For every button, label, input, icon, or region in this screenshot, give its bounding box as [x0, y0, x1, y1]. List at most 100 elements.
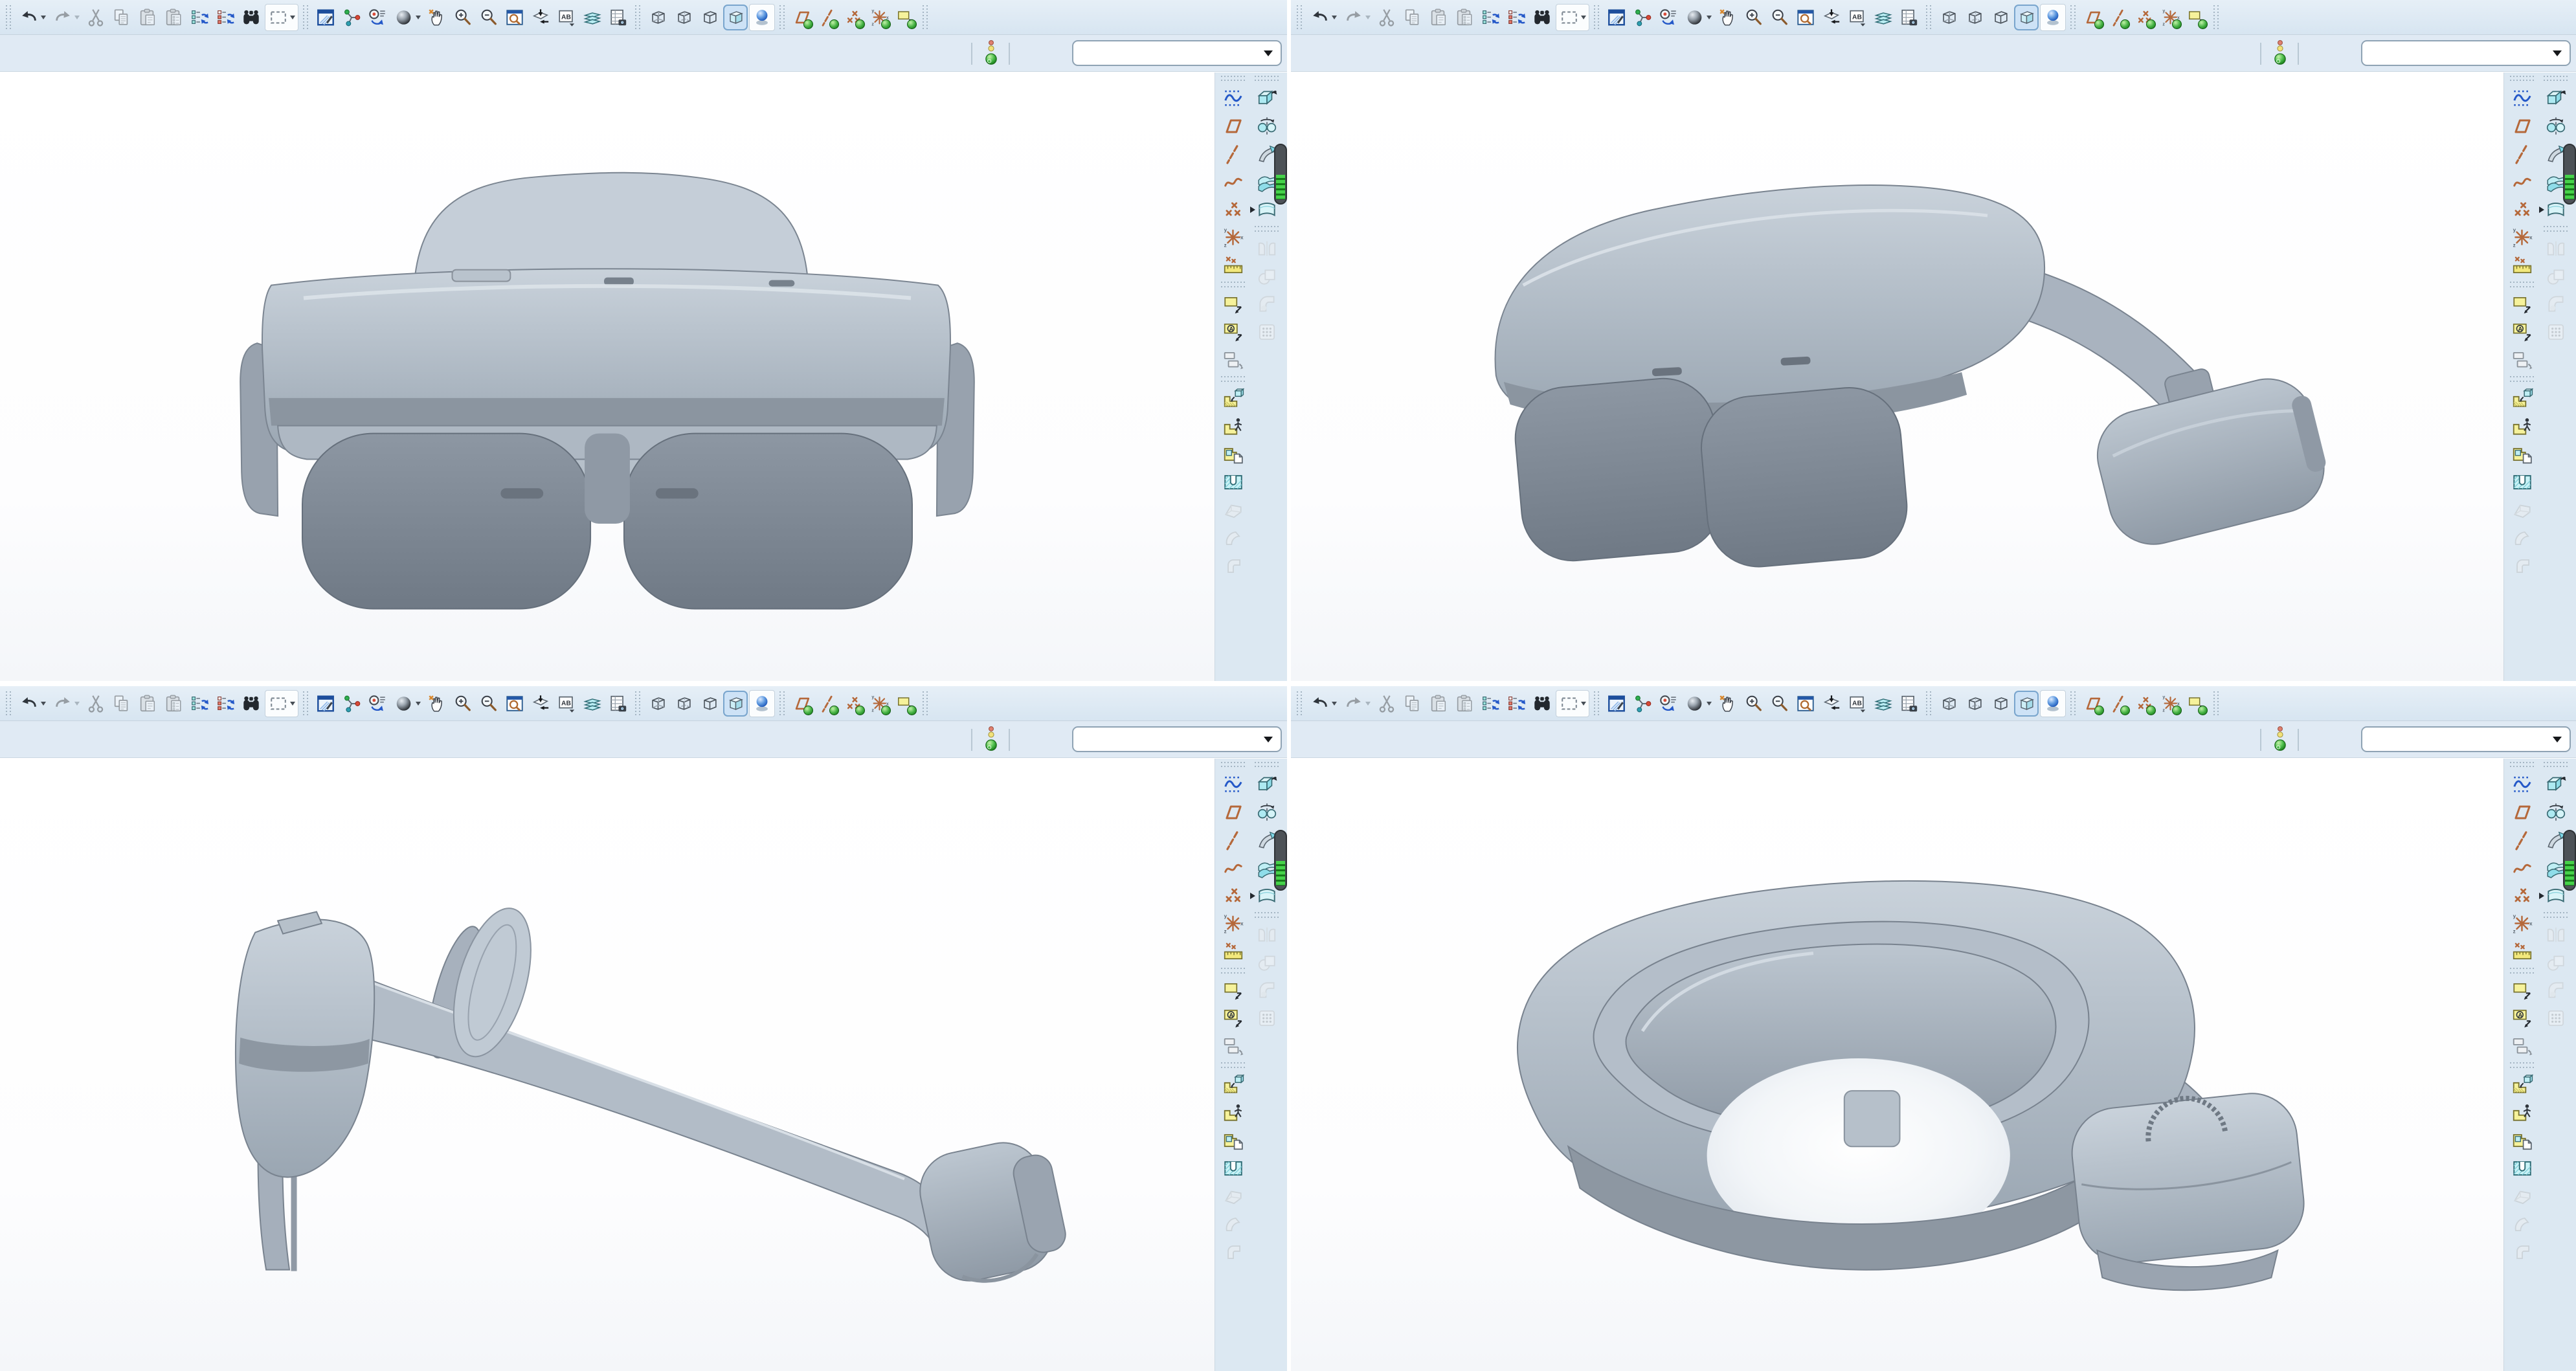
toolbar-drag-handle[interactable]: [303, 5, 309, 30]
mannequin-button[interactable]: [2509, 1100, 2536, 1126]
search-binoculars-button[interactable]: [239, 5, 263, 30]
viewport-canvas-bottom-left[interactable]: [0, 759, 1215, 1371]
bend-button[interactable]: [1220, 525, 1247, 551]
toolbar-drag-handle[interactable]: [635, 691, 641, 716]
control-points-button[interactable]: [1253, 319, 1281, 345]
dress-up-cube-button[interactable]: [1220, 1072, 1247, 1098]
render-sphere-button[interactable]: [391, 691, 423, 717]
dress-up-cube-button[interactable]: [1220, 386, 1247, 412]
structure-tree-button[interactable]: [1630, 691, 1655, 717]
paste-button[interactable]: [1426, 691, 1451, 717]
catalog-browser-button[interactable]: [1656, 691, 1681, 717]
toolbar-drag-handle[interactable]: [2213, 5, 2219, 30]
revolve-surface-button[interactable]: [1253, 799, 1281, 825]
chevron-down-icon[interactable]: [2553, 50, 2562, 56]
redo-button[interactable]: [50, 5, 82, 30]
measure-button[interactable]: [1220, 252, 1247, 278]
datum-points-button[interactable]: [2133, 5, 2157, 30]
zoom-out-button[interactable]: [476, 5, 501, 30]
toolbar-drag-handle[interactable]: [1255, 762, 1279, 768]
datum-line-button[interactable]: [2107, 5, 2131, 30]
toolbar-drag-handle[interactable]: [2070, 691, 2076, 716]
layer-stack-button[interactable]: [1871, 5, 1896, 30]
datum-points-button[interactable]: [842, 5, 866, 30]
mannequin-button[interactable]: [1220, 414, 1247, 440]
cut-button[interactable]: [1374, 5, 1399, 30]
trim-button[interactable]: [1253, 263, 1281, 289]
bend-button[interactable]: [1220, 1211, 1247, 1237]
groove-button[interactable]: [2509, 469, 2536, 495]
revolve-surface-button[interactable]: [2542, 113, 2570, 139]
sketch-window-button[interactable]: [1604, 691, 1629, 717]
chamfer-button[interactable]: [2509, 497, 2536, 523]
view-shaded-button[interactable]: [2014, 691, 2039, 717]
note-boxes-button[interactable]: [1220, 1033, 1247, 1059]
chevron-down-icon[interactable]: [290, 702, 295, 706]
toolbar-drag-handle[interactable]: [1594, 691, 1600, 716]
view-no-edges-button[interactable]: [1988, 691, 2013, 717]
chevron-down-icon[interactable]: [74, 702, 80, 706]
redo-button[interactable]: [1341, 691, 1373, 717]
corner-button[interactable]: [1220, 1239, 1247, 1265]
view-shaded-button[interactable]: [2014, 5, 2039, 30]
planar-patch-button[interactable]: [2509, 113, 2536, 139]
datum-line-button[interactable]: [816, 5, 840, 30]
measure-button[interactable]: [2509, 252, 2536, 278]
groove-button[interactable]: [2509, 1155, 2536, 1181]
line-button[interactable]: [1220, 827, 1247, 853]
paste-special-button[interactable]: [1452, 691, 1477, 717]
control-points-button[interactable]: [2542, 1005, 2570, 1031]
toolbar-drag-handle[interactable]: [1926, 5, 1932, 30]
named-views-button[interactable]: [554, 691, 579, 717]
view-material-button[interactable]: [749, 4, 775, 31]
normal-view-button[interactable]: [1819, 5, 1844, 30]
copy-button[interactable]: [1400, 5, 1425, 30]
curve-button[interactable]: [1220, 169, 1247, 195]
copy-button[interactable]: [109, 5, 134, 30]
fit-all-button[interactable]: [502, 691, 527, 717]
toolbar-scrollbar[interactable]: [2563, 144, 2576, 205]
datum-axis-button[interactable]: [2158, 5, 2183, 30]
text-leader-button[interactable]: [1220, 319, 1247, 345]
selection-filter-combobox[interactable]: [1072, 726, 1282, 752]
corner-button[interactable]: [2509, 553, 2536, 579]
catalog-browser-button[interactable]: [365, 5, 390, 30]
selection-filter-combobox[interactable]: [2361, 726, 2571, 752]
fillet-surface-button[interactable]: [2542, 977, 2570, 1003]
groove-button[interactable]: [1220, 469, 1247, 495]
toolbar-drag-handle[interactable]: [6, 5, 12, 30]
zoom-out-button[interactable]: [1767, 691, 1792, 717]
toolbar-drag-handle[interactable]: [1221, 762, 1246, 768]
chevron-down-icon[interactable]: [74, 16, 80, 19]
chevron-down-icon[interactable]: [1581, 16, 1586, 19]
sync-links-button[interactable]: [1504, 691, 1529, 717]
layer-stack-button[interactable]: [1871, 691, 1896, 717]
normal-view-button[interactable]: [528, 5, 553, 30]
chevron-down-icon[interactable]: [1707, 16, 1712, 19]
trim-button[interactable]: [2542, 950, 2570, 975]
toolbar-drag-handle[interactable]: [2510, 762, 2535, 768]
curve-3d-button[interactable]: [2509, 85, 2536, 111]
cut-button[interactable]: [1374, 691, 1399, 717]
datum-axis-button[interactable]: [2158, 691, 2183, 717]
select-box-button[interactable]: [265, 690, 298, 717]
fit-all-button[interactable]: [1793, 691, 1818, 717]
extract-face-button[interactable]: [1220, 441, 1247, 467]
viewport-canvas-top-right[interactable]: [1291, 72, 2503, 681]
view-table-button[interactable]: [1897, 5, 1921, 30]
text-leader-button[interactable]: [2509, 319, 2536, 345]
curve-button[interactable]: [2509, 169, 2536, 195]
curve-3d-button[interactable]: [1220, 85, 1247, 111]
fly-pan-button[interactable]: [425, 5, 449, 30]
select-box-button[interactable]: [265, 4, 298, 31]
update-links-button[interactable]: [187, 691, 212, 717]
view-hidden-edges-button[interactable]: [671, 5, 696, 30]
view-material-button[interactable]: [2040, 4, 2066, 31]
extract-face-button[interactable]: [2509, 1128, 2536, 1154]
axis-system-button[interactable]: [2509, 225, 2536, 251]
search-binoculars-button[interactable]: [1530, 5, 1554, 30]
extract-face-button[interactable]: [1220, 1128, 1247, 1154]
normal-view-button[interactable]: [528, 691, 553, 717]
corner-button[interactable]: [2509, 1239, 2536, 1265]
cut-button[interactable]: [84, 5, 108, 30]
